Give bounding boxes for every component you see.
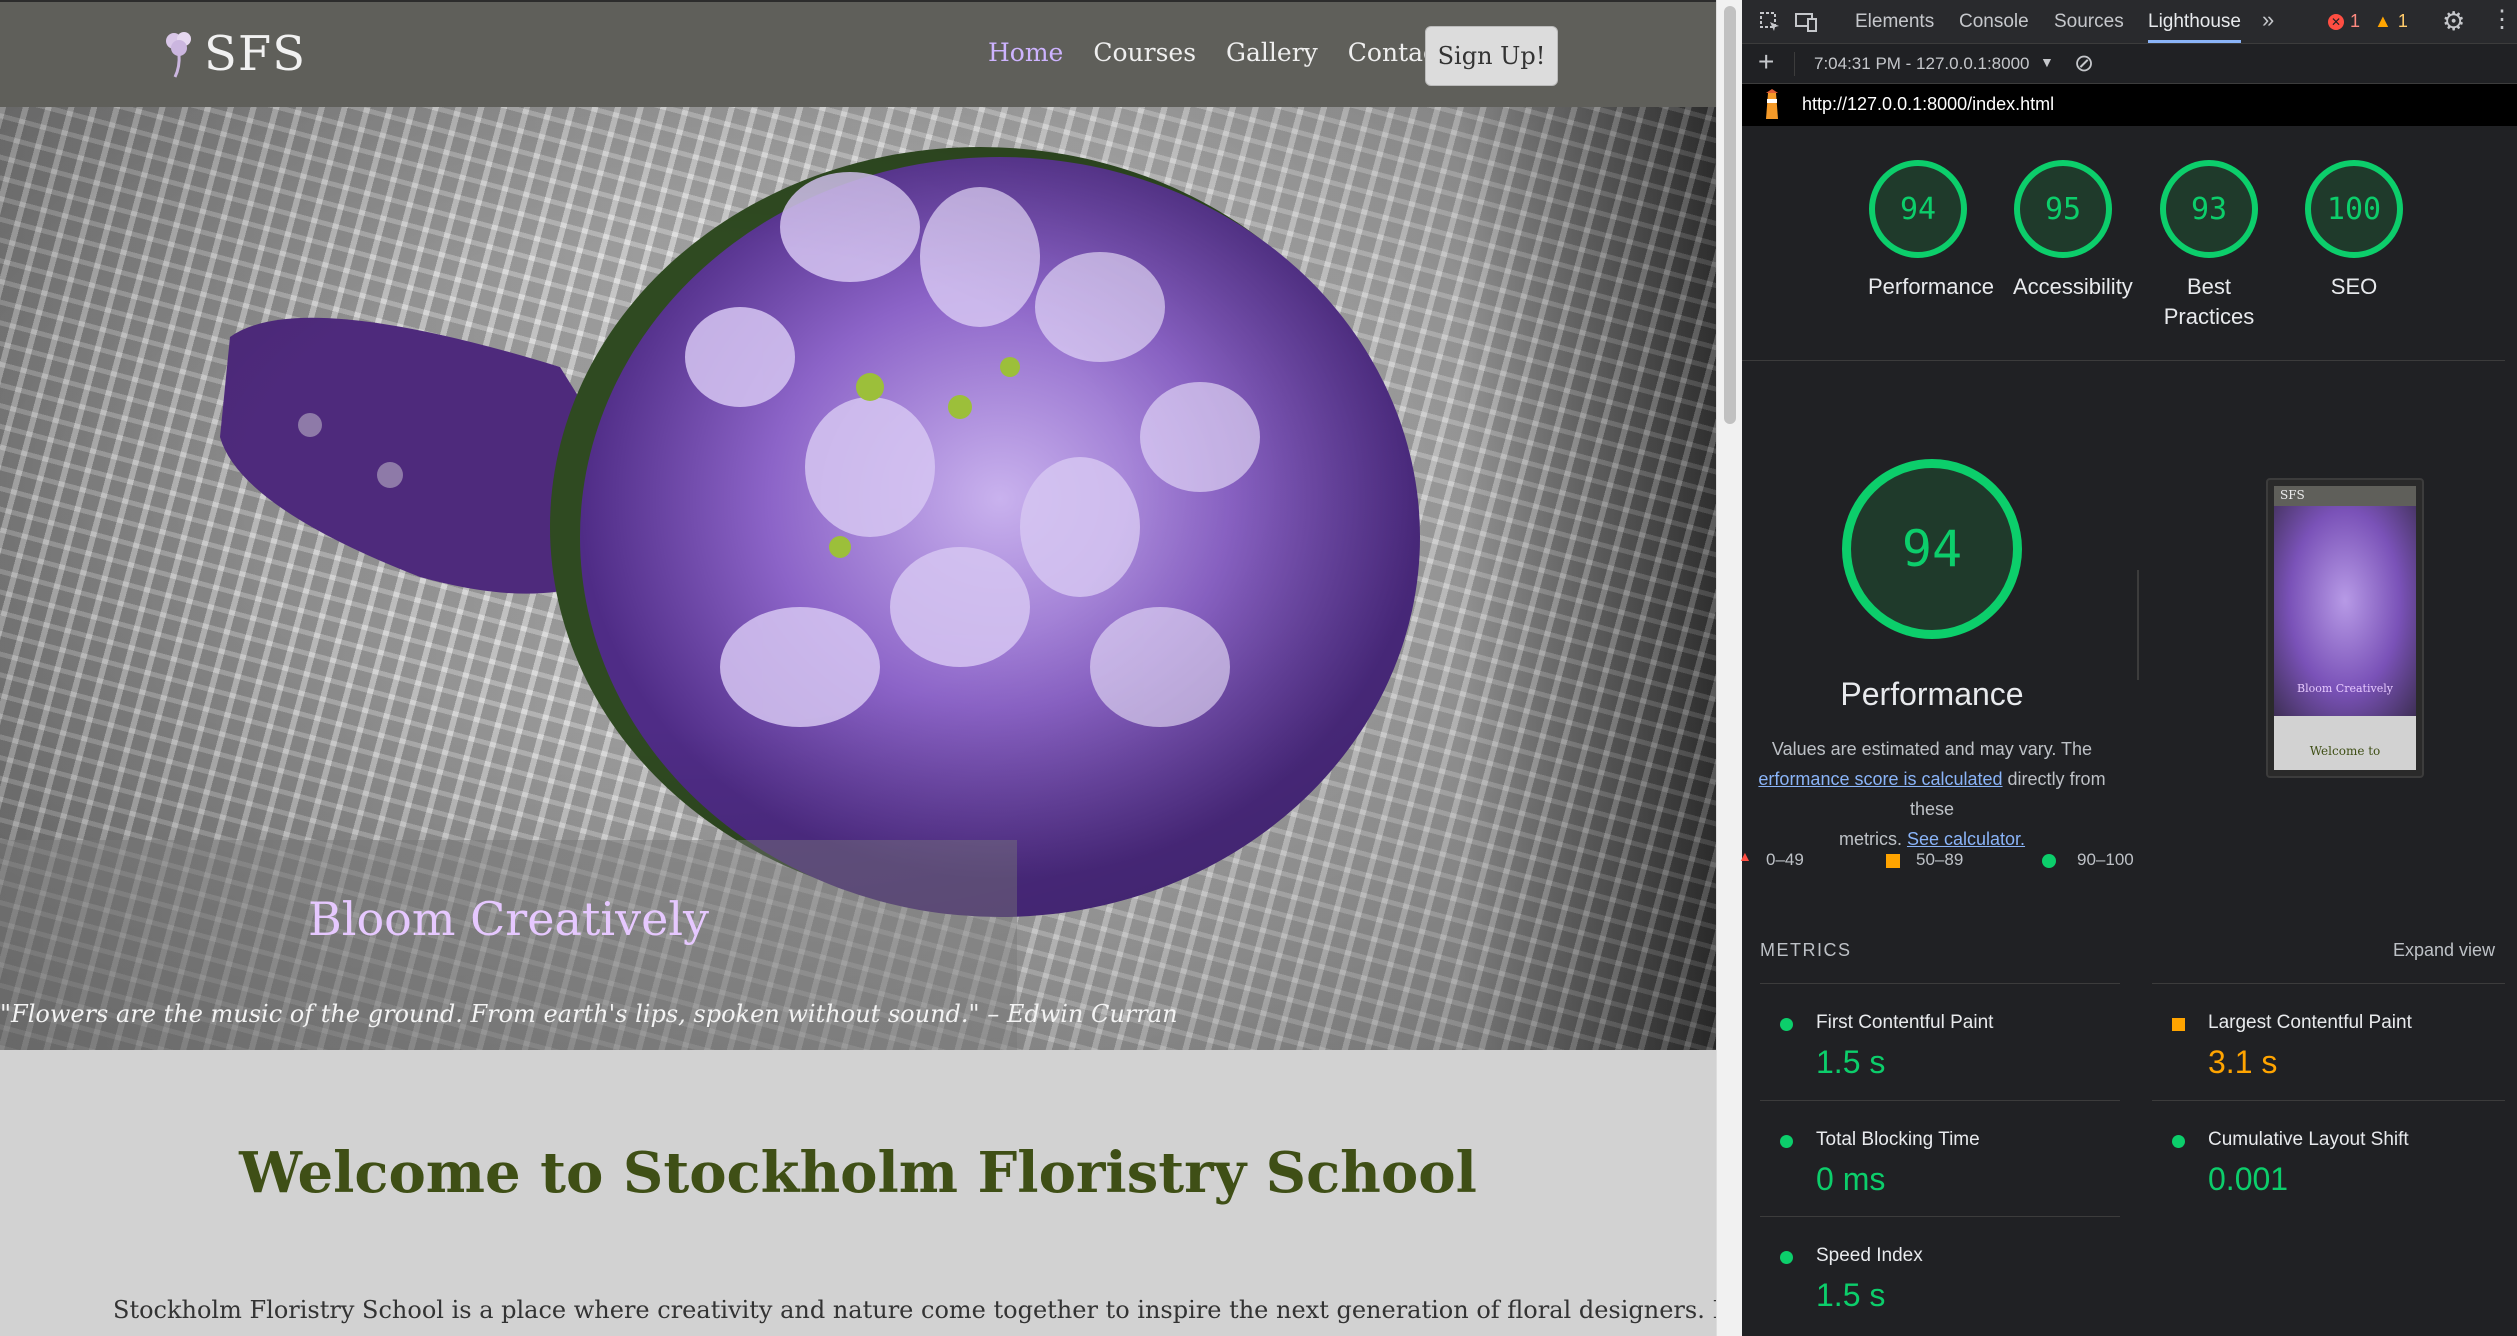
metric-value: 1.5 s	[1816, 1277, 1886, 1313]
gauge-performance[interactable]: 94 Performance	[1868, 160, 1994, 302]
site-navbar: SFS Home Courses Gallery Contacts Sign U…	[0, 0, 1716, 107]
signup-button[interactable]: Sign Up!	[1425, 26, 1558, 86]
performance-score-gauge: 94	[1842, 459, 2022, 639]
good-status-icon	[2172, 1135, 2185, 1148]
metric-lcp: Largest Contentful Paint 3.1 s	[2152, 983, 2512, 1100]
hero-caption: Bloom Creatively "Flowers are the music …	[0, 840, 1178, 1050]
gauge-best-practices[interactable]: 93 Best Practices	[2159, 160, 2259, 332]
performance-title: Performance	[1840, 676, 2024, 712]
metric-name: First Contentful Paint	[1816, 1012, 1994, 1033]
issues-counter[interactable]: ✕ 1 ▲ 1	[2328, 11, 2408, 32]
metric-fcp: First Contentful Paint 1.5 s	[1760, 983, 2120, 1100]
good-status-icon	[1780, 1135, 1793, 1148]
gauge-seo[interactable]: 100 SEO	[2304, 160, 2404, 302]
legend-average-label: 50–89	[1916, 850, 1964, 869]
good-status-icon	[1780, 1251, 1793, 1264]
tab-console[interactable]: Console	[1959, 11, 2029, 33]
metric-tbt: Total Blocking Time 0 ms	[1760, 1100, 2120, 1217]
gauge-label: Performance	[1868, 274, 1994, 299]
performance-description: Values are estimated and may vary. The e…	[1742, 734, 2122, 854]
more-options-icon[interactable]: ⋮	[2490, 5, 2514, 34]
thumbnail-hero-title: Bloom Creatively	[2297, 682, 2393, 695]
thumbnail-page: SFS Bloom Creatively Welcome to	[2274, 486, 2416, 770]
clear-reports-icon[interactable]: ⊘	[2074, 49, 2094, 78]
more-tabs-icon[interactable]: »	[2262, 7, 2274, 33]
legend-poor-label: 0–49	[1766, 850, 1804, 869]
desc-text: Values are estimated and may vary. The	[1771, 739, 2093, 759]
thumbnail-welcome: Welcome to	[2309, 744, 2381, 758]
expand-view-toggle[interactable]: Expand view	[2393, 940, 2495, 961]
devtools-toolbar: Elements Console Sources Lighthouse » ✕ …	[1742, 0, 2517, 44]
flower-logo-icon	[160, 29, 200, 79]
gauge-accessibility[interactable]: 95 Accessibility	[2013, 160, 2133, 302]
dropdown-arrow-icon[interactable]: ▼	[2040, 54, 2054, 70]
website-viewport: SFS Home Courses Gallery Contacts Sign U…	[0, 0, 1716, 1336]
page-scrollbar[interactable]	[1716, 0, 1742, 1336]
gauge-score: 94	[1869, 160, 1967, 258]
score-legend: ▲ 0–49 50–89 90–100	[1738, 848, 2142, 874]
average-status-icon	[2172, 1018, 2185, 1031]
gauge-label: Accessibility	[2013, 274, 2133, 299]
inspect-element-icon[interactable]	[1758, 10, 1782, 34]
nav-link-courses[interactable]: Courses	[1093, 38, 1196, 67]
hero-section: Bloom Creatively "Flowers are the music …	[0, 107, 1716, 1050]
report-url-bar: http://127.0.0.1:8000/index.html	[1742, 84, 2517, 126]
settings-gear-icon[interactable]: ⚙	[2442, 6, 2465, 37]
metric-value: 3.1 s	[2208, 1044, 2278, 1080]
intro-paragraph: Stockholm Floristry School is a place wh…	[113, 1296, 1716, 1324]
metric-name: Speed Index	[1816, 1245, 1923, 1266]
nav-link-gallery[interactable]: Gallery	[1226, 38, 1318, 67]
legend-average-square-icon	[1886, 854, 1900, 868]
metric-cls: Cumulative Layout Shift 0.001	[2152, 1100, 2512, 1217]
metric-value: 1.5 s	[1816, 1044, 1886, 1080]
logo-text: SFS	[204, 26, 307, 82]
legend-poor-triangle-icon: ▲	[1738, 848, 1752, 864]
gauge-label: SEO	[2330, 274, 2378, 299]
report-url[interactable]: http://127.0.0.1:8000/index.html	[1802, 94, 2054, 115]
device-toggle-icon[interactable]	[1794, 10, 1818, 34]
metric-speed-index: Speed Index 1.5 s	[1760, 1216, 2120, 1333]
good-status-icon	[1780, 1018, 1793, 1031]
toolbar-divider	[1794, 52, 1795, 76]
lighthouse-logo-icon	[1766, 89, 1778, 119]
final-screenshot-thumbnail[interactable]: SFS Bloom Creatively Welcome to	[2266, 478, 2424, 778]
error-count: 1	[2350, 11, 2361, 31]
tab-sources[interactable]: Sources	[2054, 11, 2124, 33]
score-calculated-link[interactable]: erformance score is calculated	[1758, 769, 2002, 789]
site-logo[interactable]: SFS	[160, 26, 306, 82]
hero-title: Bloom Creatively	[307, 892, 710, 946]
metric-value: 0.001	[2208, 1161, 2289, 1197]
hero-quote: "Flowers are the music of the ground. Fr…	[0, 1000, 1178, 1028]
warning-icon: ▲	[2374, 11, 2392, 31]
metric-value: 0 ms	[1816, 1161, 1886, 1197]
new-report-plus-icon[interactable]: +	[1758, 46, 1774, 78]
tab-elements[interactable]: Elements	[1855, 11, 1934, 33]
nav-link-home[interactable]: Home	[988, 38, 1063, 67]
scrollbar-thumb[interactable]	[1724, 6, 1736, 424]
legend-good-label: 90–100	[2077, 850, 2134, 869]
metric-name: Total Blocking Time	[1816, 1129, 1980, 1150]
report-selector[interactable]: 7:04:31 PM - 127.0.0.1:8000	[1814, 54, 2030, 74]
tab-lighthouse[interactable]: Lighthouse	[2148, 11, 2241, 43]
gauge-score: 93	[2160, 160, 2258, 258]
devtools-scrollbar[interactable]	[2505, 126, 2517, 1336]
metric-name: Cumulative Layout Shift	[2208, 1129, 2409, 1150]
devtools-panel: Elements Console Sources Lighthouse » ✕ …	[1738, 0, 2517, 1336]
see-calculator-link[interactable]: See calculator.	[1907, 829, 2025, 849]
thumbnail-logo: SFS	[2274, 486, 2416, 506]
warning-count: 1	[2397, 11, 2408, 31]
lighthouse-toolbar: + 7:04:31 PM - 127.0.0.1:8000 ▼ ⊘	[1742, 44, 2517, 84]
vertical-divider	[2137, 570, 2139, 680]
error-icon: ✕	[2328, 13, 2344, 30]
desc-text: metrics.	[1838, 829, 1902, 849]
metric-name: Largest Contentful Paint	[2208, 1012, 2412, 1033]
section-divider	[1742, 360, 2517, 361]
legend-good-circle-icon	[2042, 854, 2056, 868]
welcome-heading: Welcome to Stockholm Floristry School	[239, 1140, 1477, 1206]
metrics-heading: METRICS	[1760, 940, 1852, 960]
nav-links: Home Courses Gallery Contacts	[988, 38, 1460, 67]
gauge-score: 95	[2014, 160, 2112, 258]
gauge-label: Best Practices	[2163, 274, 2255, 329]
gauge-score: 100	[2305, 160, 2403, 258]
